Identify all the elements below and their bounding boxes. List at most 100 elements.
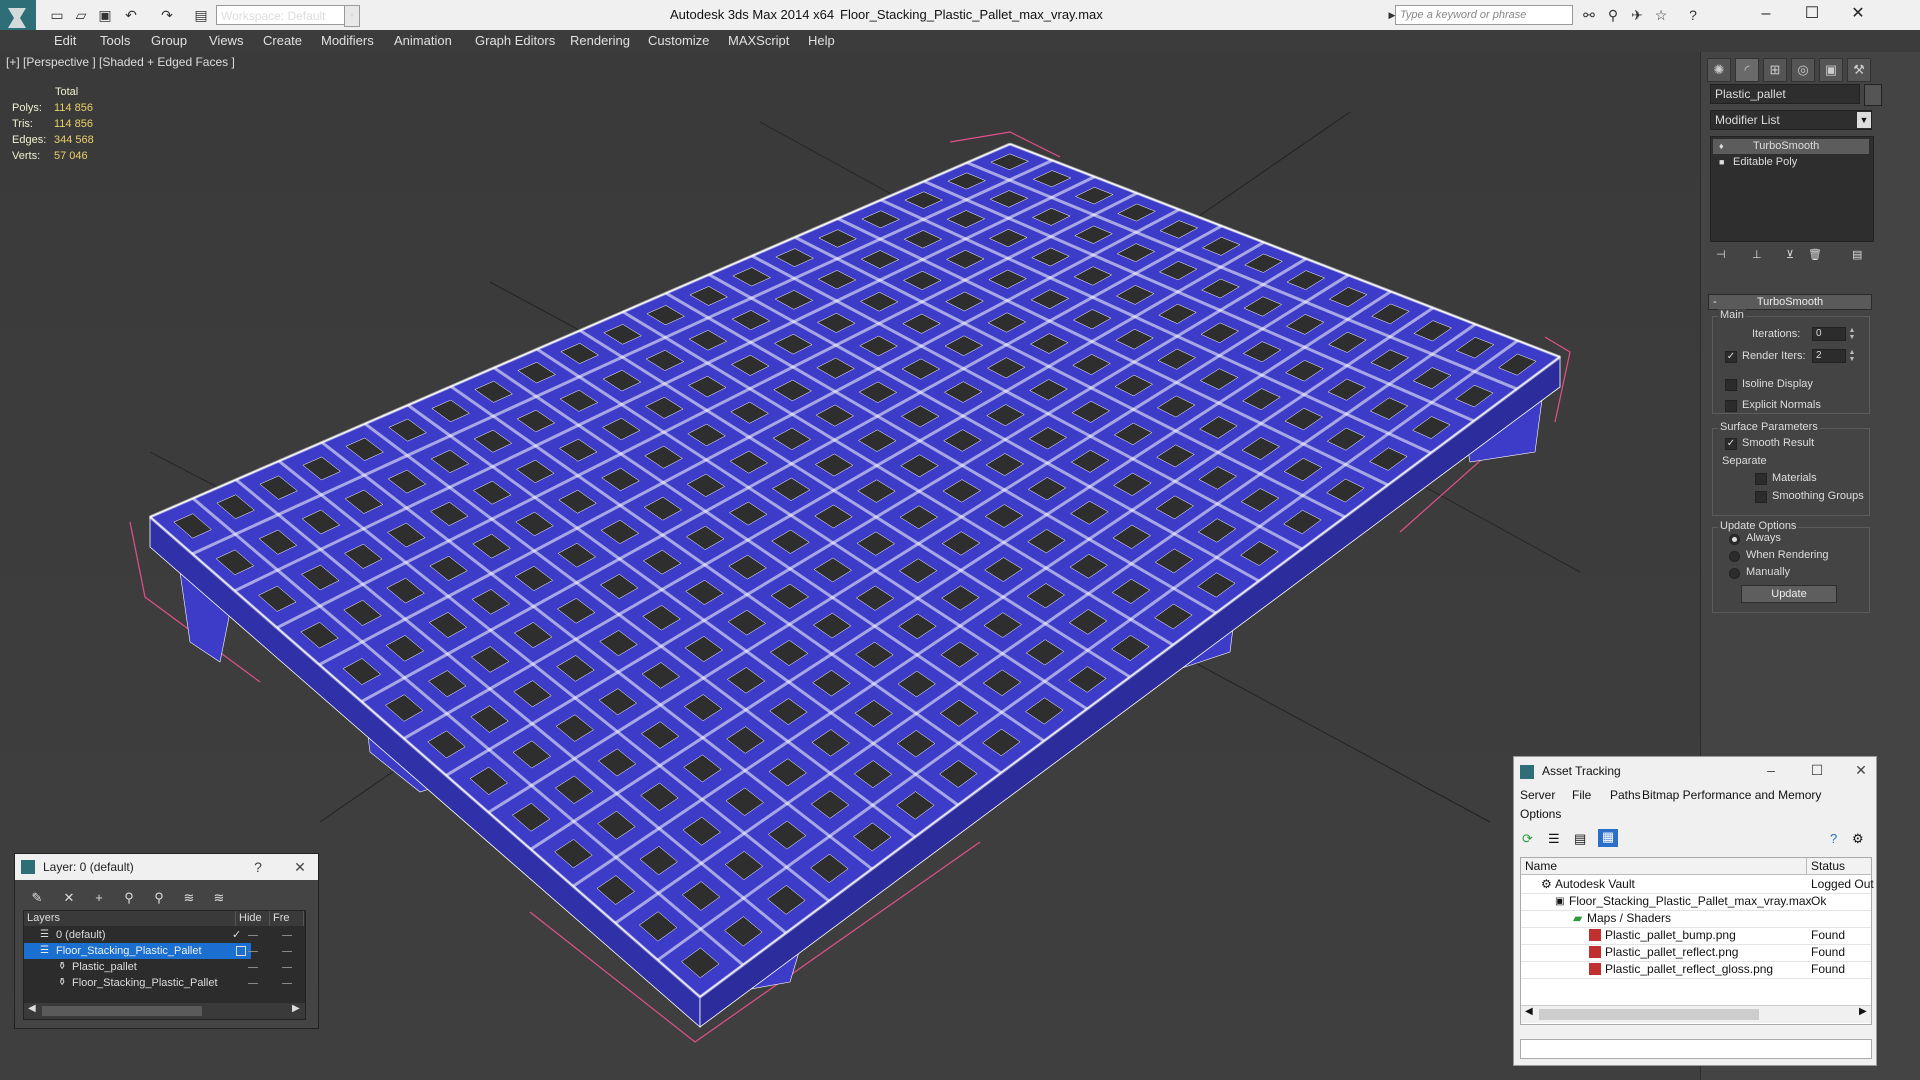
utilities-tab-icon[interactable]: ⚒ <box>1847 58 1871 82</box>
help-icon[interactable]: ? <box>1684 6 1702 24</box>
menu-rendering[interactable]: Rendering <box>570 33 630 48</box>
menu-file[interactable]: File <box>1572 788 1591 802</box>
close-icon[interactable]: ✕ <box>1836 2 1880 26</box>
render-iters-checkbox[interactable]: ✓ <box>1725 351 1737 363</box>
save-file-icon[interactable]: ▣ <box>96 6 114 24</box>
smoothing-groups-checkbox[interactable] <box>1755 491 1767 503</box>
asset-row[interactable]: ▣ Floor_Stacking_Plastic_Pallet_max_vray… <box>1521 893 1871 911</box>
layer-dialog-titlebar[interactable]: Layer: 0 (default) ? ✕ <box>15 854 318 880</box>
object-name-field[interactable]: Plastic_pallet <box>1710 84 1860 104</box>
create-layer-icon[interactable]: ✎ <box>27 890 47 906</box>
search-icon[interactable]: ⚲ <box>1604 6 1622 24</box>
scroll-right-icon[interactable]: ▶ <box>292 1003 300 1014</box>
column-hide[interactable]: Hide <box>236 911 270 926</box>
spinner-arrows-icon[interactable]: ▲ ▼ <box>1848 327 1856 341</box>
create-tab-icon[interactable]: ✺ <box>1707 58 1731 82</box>
layer-row[interactable]: ☰ Floor_Stacking_Plastic_Pallet <box>24 943 251 959</box>
workspace-select[interactable]: Workspace: Default <box>216 5 352 25</box>
menu-modifiers[interactable]: Modifiers <box>321 33 374 48</box>
menu-tools[interactable]: Tools <box>100 33 130 48</box>
chevron-down-icon[interactable]: ▼ <box>344 5 360 27</box>
scrollbar-thumb[interactable] <box>42 1006 202 1016</box>
menu-paths[interactable]: Paths <box>1610 788 1641 802</box>
isoline-display-checkbox[interactable] <box>1725 379 1737 391</box>
search-input[interactable]: Type a keyword or phrase <box>1395 5 1573 25</box>
asset-row[interactable]: ⚙ Autodesk Vault Logged Out <box>1521 876 1874 894</box>
minimize-icon[interactable]: – <box>1758 757 1784 783</box>
detail-view-icon[interactable]: ▤ <box>1574 831 1586 847</box>
asset-row[interactable]: Plastic_pallet_bump.png Found <box>1521 927 1871 945</box>
horizontal-scrollbar[interactable]: ◀ ▶ <box>24 1003 305 1019</box>
object-color-swatch[interactable] <box>1864 84 1882 106</box>
settings-icon[interactable]: ⚙ <box>1852 831 1864 847</box>
undo-icon[interactable]: ↶ <box>122 6 140 24</box>
menu-customize[interactable]: Customize <box>648 33 709 48</box>
make-unique-icon[interactable]: ⊻ <box>1786 248 1794 261</box>
spinner-arrows-icon[interactable]: ▲ ▼ <box>1848 349 1856 363</box>
menu-bitmap-performance[interactable]: Bitmap Performance and Memory <box>1642 788 1821 802</box>
turbosmooth-rollout-header[interactable]: - TurboSmooth <box>1708 294 1872 310</box>
menu-server[interactable]: Server <box>1520 788 1555 802</box>
menu-maxscript[interactable]: MAXScript <box>728 33 789 48</box>
menu-animation[interactable]: Animation <box>394 33 452 48</box>
menu-views[interactable]: Views <box>209 33 243 48</box>
smooth-result-checkbox[interactable]: ✓ <box>1725 438 1737 450</box>
iterations-spinner[interactable]: 0 <box>1812 327 1846 341</box>
project-folder-icon[interactable]: ▤ <box>192 6 210 24</box>
add-to-layer-icon[interactable]: + <box>89 890 109 906</box>
column-status[interactable]: Status <box>1807 858 1871 875</box>
update-button[interactable]: Update <box>1741 585 1837 603</box>
menu-graph-editors[interactable]: Graph Editors <box>475 33 555 48</box>
remove-modifier-icon[interactable]: 🗑 <box>1808 248 1822 261</box>
list-view-icon[interactable]: ☰ <box>1548 831 1560 847</box>
object-row[interactable]: ⚱ Plastic_pallet <box>24 959 251 975</box>
menu-help[interactable]: Help <box>808 33 835 48</box>
layer-row[interactable]: ☰ 0 (default) ✓ <box>24 927 251 943</box>
hide-all-icon[interactable]: ≋ <box>179 890 199 906</box>
column-layers[interactable]: Layers <box>24 911 236 926</box>
maximize-icon[interactable]: ☐ <box>1790 2 1834 26</box>
update-manually-radio[interactable] <box>1729 568 1740 579</box>
delete-layer-icon[interactable]: ✕ <box>59 890 79 906</box>
freeze-all-icon[interactable]: ≋ <box>209 890 229 906</box>
asset-row[interactable]: ▰ Maps / Shaders <box>1521 910 1871 928</box>
hierarchy-tab-icon[interactable]: ⊞ <box>1763 58 1787 82</box>
menu-create[interactable]: Create <box>263 33 302 48</box>
modifier-list-dropdown[interactable]: Modifier List <box>1710 110 1872 130</box>
menu-group[interactable]: Group <box>151 33 187 48</box>
close-icon[interactable]: ✕ <box>287 854 313 880</box>
pin-stack-icon[interactable]: ⊣ <box>1716 248 1726 261</box>
help-icon[interactable]: ? <box>245 854 271 880</box>
update-when-rendering-radio[interactable] <box>1729 551 1740 562</box>
open-file-icon[interactable]: ▱ <box>72 6 90 24</box>
maximize-icon[interactable]: ☐ <box>1804 757 1830 783</box>
redo-icon[interactable]: ↷ <box>158 6 176 24</box>
expand-square-icon[interactable]: ■ <box>1719 155 1724 170</box>
configure-sets-icon[interactable]: ▤ <box>1852 248 1862 261</box>
communication-icon[interactable]: ✈ <box>1628 6 1646 24</box>
binoculars-icon[interactable]: ⚯ <box>1580 6 1598 24</box>
asset-path-field[interactable] <box>1520 1039 1872 1059</box>
asset-row[interactable]: Plastic_pallet_reflect.png Found <box>1521 944 1871 962</box>
stack-item-turbosmooth[interactable]: ♦ TurboSmooth <box>1713 139 1869 154</box>
scroll-left-icon[interactable]: ◀ <box>28 1003 36 1014</box>
help-icon[interactable]: ? <box>1830 831 1837 846</box>
active-layer-check-icon[interactable]: ✓ <box>232 927 241 943</box>
table-view-icon[interactable]: ▦ <box>1598 829 1618 847</box>
chevron-down-icon[interactable]: ▼ <box>1857 112 1871 128</box>
viewport-label[interactable]: [+] [Perspective ] [Shaded + Edged Faces… <box>6 55 235 69</box>
lightbulb-icon[interactable]: ♦ <box>1719 139 1724 154</box>
close-icon[interactable]: ✕ <box>1848 757 1874 783</box>
update-always-radio[interactable] <box>1729 534 1740 545</box>
horizontal-scrollbar[interactable]: ◀ ▶ <box>1521 1005 1871 1023</box>
scroll-left-icon[interactable]: ◀ <box>1525 1006 1533 1017</box>
render-iters-spinner[interactable]: 2 <box>1812 349 1846 363</box>
modify-tab-icon[interactable]: ◜ <box>1735 58 1759 82</box>
select-objects-icon[interactable]: ⚲ <box>119 890 139 906</box>
minimize-icon[interactable]: – <box>1744 2 1788 26</box>
show-end-result-icon[interactable]: ⊥ <box>1752 248 1762 261</box>
column-freeze[interactable]: Fre <box>270 911 304 926</box>
favorites-star-icon[interactable]: ☆ <box>1652 6 1670 24</box>
explicit-normals-checkbox[interactable] <box>1725 400 1737 412</box>
highlight-layer-icon[interactable]: ⚲ <box>149 890 169 906</box>
